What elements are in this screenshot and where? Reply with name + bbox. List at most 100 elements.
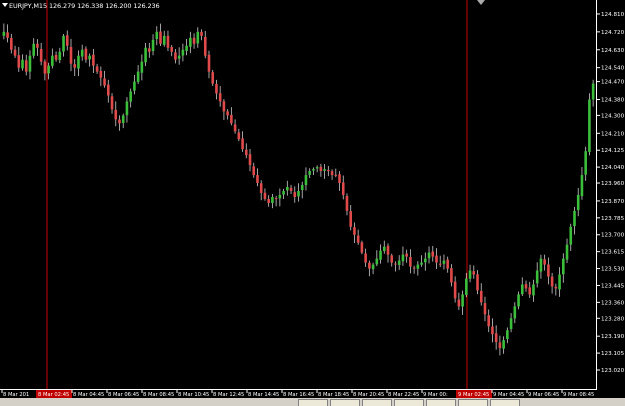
bear-candle (92, 54, 95, 66)
bull-candle (47, 65, 50, 74)
bear-candle (215, 83, 218, 94)
bull-candle (88, 55, 91, 60)
bull-candle (144, 47, 147, 63)
bear-candle (263, 192, 267, 199)
bear-candle (110, 96, 114, 110)
bear-candle (349, 211, 353, 227)
price-tick-label: 124.125 (601, 148, 625, 154)
bull-candle (278, 194, 282, 199)
bear-candle (248, 154, 252, 166)
bear-candle (207, 54, 211, 72)
bear-candle (200, 31, 203, 36)
bear-candle (166, 35, 170, 48)
bear-candle (494, 333, 498, 343)
bear-candle (24, 60, 28, 72)
chart-tab[interactable] (458, 399, 488, 406)
price-tick-label: 124.630 (601, 48, 625, 54)
bear-candle (289, 187, 293, 191)
bear-candle (356, 235, 360, 243)
bear-candle (230, 114, 233, 124)
bear-candle (330, 171, 334, 176)
bull-candle (315, 167, 319, 169)
chart-menu-icon[interactable] (2, 3, 8, 7)
price-tick-label: 124.470 (601, 80, 625, 86)
price-tick-label: 124.040 (601, 165, 625, 171)
price-tick-label: 123.785 (601, 216, 625, 222)
bear-candle (341, 182, 345, 195)
bear-candle (114, 109, 118, 120)
chart-tab[interactable] (362, 399, 392, 406)
price-tick-label: 124.210 (601, 131, 625, 137)
bull-candle (580, 175, 584, 197)
bear-candle (524, 284, 528, 289)
bear-candle (226, 111, 229, 116)
bear-candle (13, 49, 17, 56)
bear-candle (550, 276, 554, 287)
bear-candle (69, 46, 73, 64)
bull-candle (181, 49, 185, 56)
bear-candle (99, 71, 103, 78)
bull-candle (304, 175, 308, 186)
bear-candle (192, 37, 196, 44)
bear-candle (174, 52, 177, 60)
bear-candle (233, 124, 237, 132)
bear-candle (148, 48, 151, 52)
bull-candle (420, 262, 423, 265)
bear-candle (203, 36, 207, 56)
bull-candle (140, 61, 144, 73)
bear-candle (319, 166, 323, 172)
bull-candle (271, 196, 274, 204)
bull-candle (506, 330, 509, 339)
bull-candle (121, 115, 125, 124)
bear-candle (487, 315, 491, 327)
price-axis[interactable]: 124.810 124.720 124.630 124.540 124.470 124.3… (596, 12, 625, 374)
bear-candle (394, 263, 397, 265)
bear-candle (84, 48, 88, 60)
price-tick-label: 123.445 (601, 283, 625, 289)
bear-candle (472, 271, 476, 275)
bull-candle (442, 260, 446, 264)
bear-candle (170, 47, 173, 52)
bear-candle (491, 326, 494, 335)
bull-candle (2, 31, 6, 36)
bear-candle (293, 192, 297, 197)
bear-candle (390, 255, 394, 263)
chart-tab[interactable] (426, 399, 456, 406)
chart-tab[interactable] (490, 399, 520, 406)
bear-candle (547, 264, 550, 277)
bull-candle (371, 264, 375, 270)
bear-candle (65, 35, 69, 46)
bull-candle (282, 190, 285, 195)
bull-candle (80, 49, 84, 57)
price-tick-label: 124.540 (601, 66, 625, 72)
chart-window[interactable]: 124.810 124.720 124.630 124.540 124.470 124.3… (0, 0, 625, 406)
bear-candle (435, 255, 438, 263)
bull-candle (308, 171, 311, 175)
price-tick-label: 123.700 (601, 233, 625, 239)
bull-candle (312, 169, 315, 171)
bull-candle (323, 169, 326, 171)
chart-tab[interactable] (330, 399, 360, 406)
bear-candle (554, 286, 558, 289)
bear-candle (479, 290, 483, 303)
bull-candle (51, 55, 54, 66)
bear-candle (39, 48, 43, 62)
bull-candle (502, 340, 505, 349)
bear-candle (274, 198, 278, 200)
chart-tab[interactable] (298, 399, 328, 406)
bull-candle (532, 284, 535, 296)
bull-candle (375, 258, 379, 265)
bear-candle (36, 43, 39, 48)
bear-candle (360, 242, 364, 253)
price-tick-label: 123.280 (601, 316, 625, 322)
candlestick-plot[interactable]: 124.810 124.720 124.630 124.540 124.470 124.3… (0, 0, 625, 406)
bear-candle (498, 342, 502, 349)
bear-candle (256, 174, 259, 184)
bull-candle (62, 35, 65, 52)
chart-shift-marker-icon[interactable] (477, 0, 485, 5)
bear-candle (103, 78, 106, 86)
bull-candle (535, 270, 539, 284)
bull-candle (539, 258, 543, 272)
chart-tab[interactable] (394, 399, 424, 406)
time-axis[interactable]: 8 Mar 201 8 Mar 02:45 8 Mar 04:45 8 Mar 06:… (1, 389, 594, 398)
